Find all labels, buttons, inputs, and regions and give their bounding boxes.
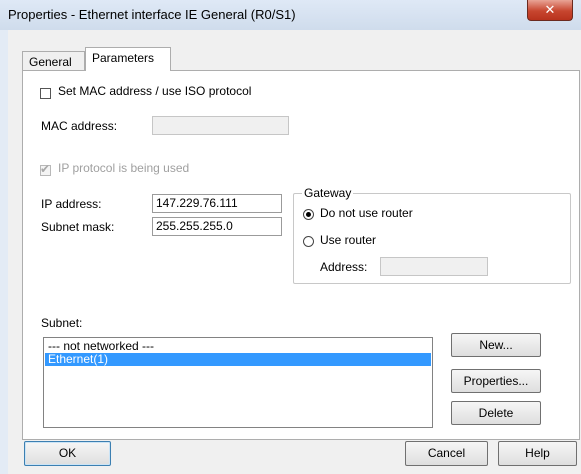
subnet-listbox[interactable]: --- not networked --- Ethernet(1) [43,337,433,428]
subnet-mask-field[interactable]: 255.255.255.0 [152,217,282,236]
title-bar[interactable]: Properties - Ethernet interface IE Gener… [0,0,581,30]
tab-general[interactable]: General [22,51,85,71]
mac-address-label: MAC address: [41,119,118,133]
gateway-group-label: Gateway [302,186,354,200]
use-router-label: Use router [320,233,377,247]
mac-address-field[interactable] [152,116,289,135]
set-mac-label: Set MAC address / use ISO protocol [58,84,252,98]
use-router-radio[interactable] [303,236,314,247]
gateway-group: Gateway Do not use router Use router Add… [293,186,571,284]
close-icon: ✕ [544,2,556,17]
dialog-client-area: General Parameters Set MAC address / use… [8,30,581,474]
do-not-use-router-radio[interactable] [303,209,314,220]
cancel-button[interactable]: Cancel [405,441,488,466]
tab-general-label: General [29,55,72,69]
close-button[interactable]: ✕ [527,0,573,21]
subnet-mask-label: Subnet mask: [41,220,115,234]
parameters-panel: Set MAC address / use ISO protocol MAC a… [22,70,580,440]
checkmark-icon: ✔ [40,162,51,176]
tab-parameters[interactable]: Parameters [85,47,171,71]
router-address-field[interactable] [380,257,488,276]
help-button[interactable]: Help [498,441,577,466]
router-address-label: Address: [320,260,368,274]
ip-protocol-label: IP protocol is being used [58,161,190,175]
new-subnet-button[interactable]: New... [451,333,541,357]
window-title: Properties - Ethernet interface IE Gener… [8,7,296,22]
set-mac-checkbox[interactable] [40,88,51,99]
do-not-use-router-label: Do not use router [320,206,413,220]
list-item[interactable]: Ethernet(1) [45,353,431,366]
ip-address-field[interactable]: 147.229.76.111 [152,194,282,213]
ok-button[interactable]: OK [24,441,111,466]
properties-dialog: Properties - Ethernet interface IE Gener… [0,0,581,474]
ip-protocol-checkbox[interactable]: ✔ [40,162,51,176]
ip-address-label: IP address: [41,197,102,211]
tab-parameters-label: Parameters [92,51,155,65]
delete-subnet-button[interactable]: Delete [451,401,541,425]
subnet-properties-button[interactable]: Properties... [451,369,541,393]
subnet-label: Subnet: [41,316,83,330]
